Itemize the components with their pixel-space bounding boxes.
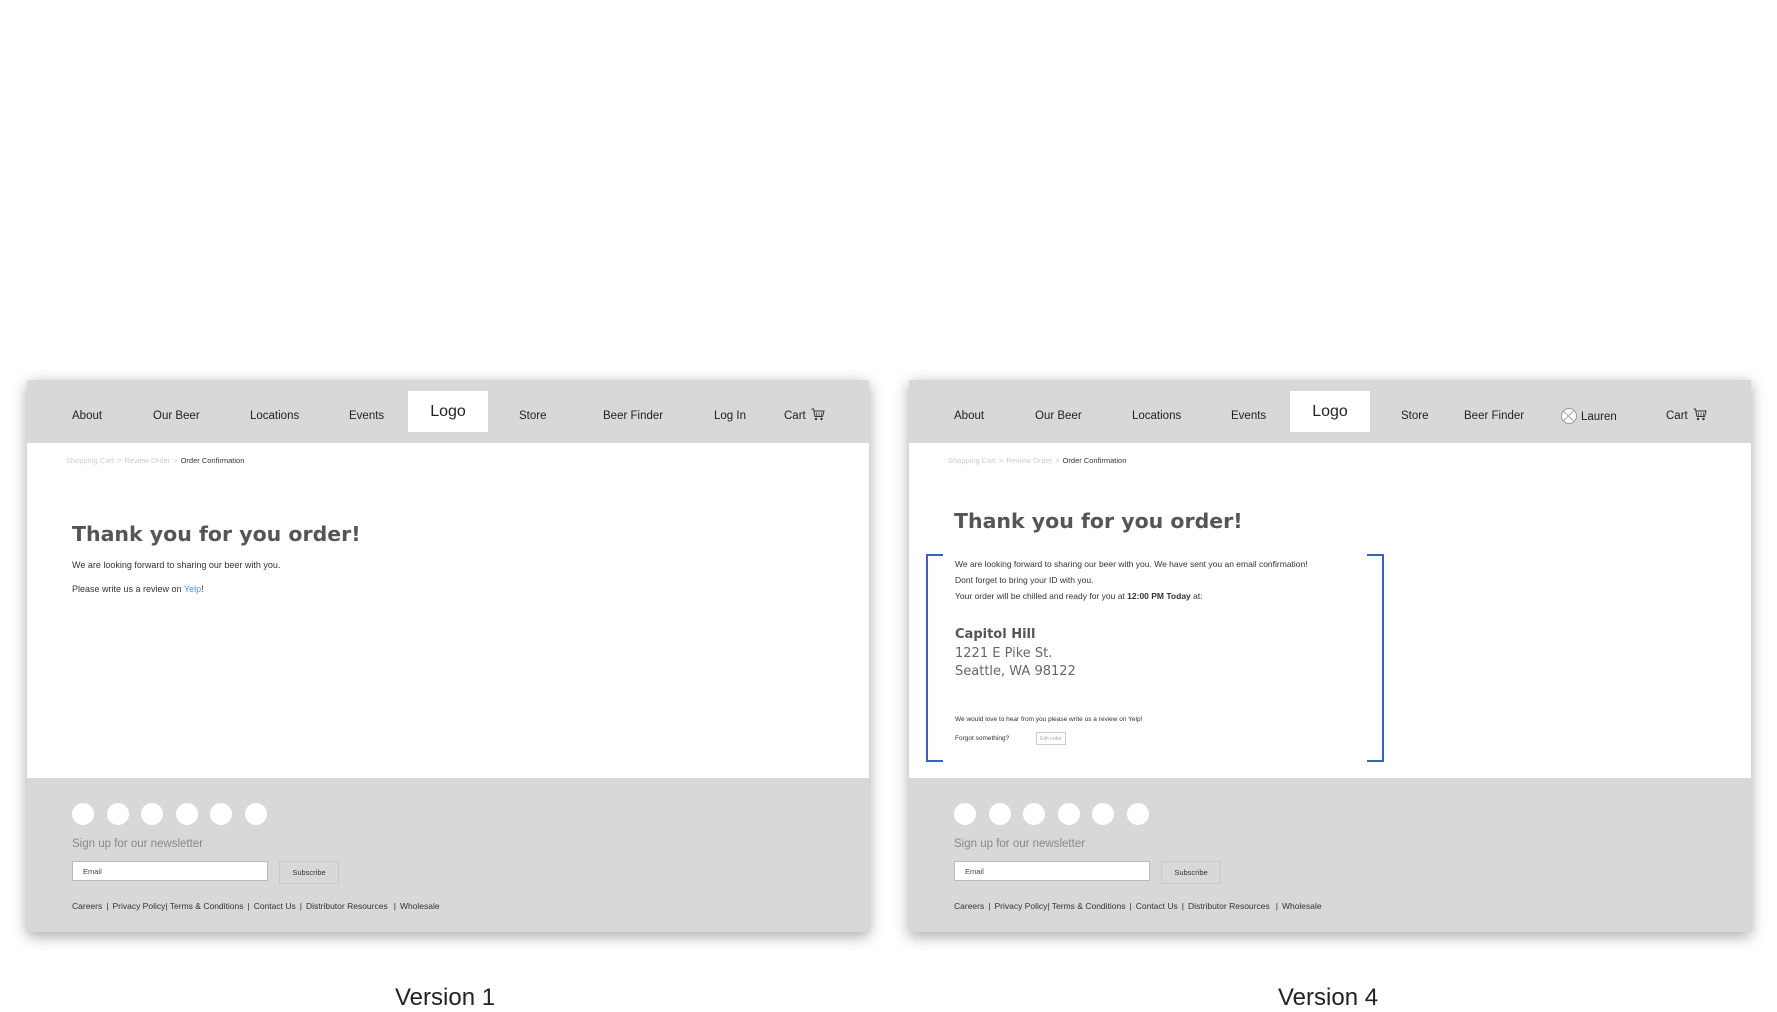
footer: Sign up for our newsletter Subscribe Car… [909, 778, 1751, 932]
social-icon[interactable] [1023, 803, 1045, 825]
location-name: Capitol Hill [955, 627, 1036, 642]
breadcrumb-shopping-cart[interactable]: Shopping Cart [66, 456, 114, 465]
social-icon[interactable] [1127, 803, 1149, 825]
footer-link-terms[interactable]: Terms & Conditions [170, 901, 244, 911]
social-icon[interactable] [107, 803, 129, 825]
newsletter-label: Sign up for our newsletter [72, 838, 204, 850]
footer-link-wholesale[interactable]: Wholesale [400, 901, 440, 911]
footer-link-terms[interactable]: Terms & Conditions [1052, 901, 1126, 911]
breadcrumb-shopping-cart[interactable]: Shopping Cart [948, 456, 996, 465]
social-icon[interactable] [176, 803, 198, 825]
nav-user-account[interactable]: Lauren [1561, 408, 1617, 424]
id-reminder: Dont forget to bring your ID with you. [955, 575, 1094, 585]
nav-store[interactable]: Store [519, 410, 547, 422]
nav-our-beer[interactable]: Our Beer [153, 410, 200, 422]
footer: Sign up for our newsletter Subscribe Car… [27, 778, 869, 932]
avatar-icon [1561, 408, 1577, 424]
nav-cart-label: Cart [1666, 410, 1688, 422]
pickup-time: 12:00 PM Today [1127, 591, 1191, 601]
logo[interactable]: Logo [1290, 391, 1370, 432]
social-icon[interactable] [989, 803, 1011, 825]
confirmation-message: We are looking forward to sharing our be… [955, 559, 1308, 569]
footer-links: Careers | Privacy Policy| Terms & Conditio… [72, 901, 440, 911]
nav-our-beer[interactable]: Our Beer [1035, 410, 1082, 422]
subscribe-button[interactable]: Subscribe [279, 861, 339, 884]
email-field[interactable] [72, 861, 268, 881]
address-street: 1221 E Pike St. [955, 646, 1053, 661]
footer-link-distributor-resources[interactable]: Distributor Resources [306, 901, 388, 911]
breadcrumb-order-confirmation: Order Confirmation [180, 456, 245, 465]
social-icon[interactable] [72, 803, 94, 825]
nav-store[interactable]: Store [1401, 410, 1429, 422]
social-icon[interactable] [210, 803, 232, 825]
cart-icon [811, 408, 825, 421]
footer-link-privacy-policy[interactable]: Privacy Policy [112, 901, 165, 911]
nav-cart-label: Cart [784, 410, 806, 422]
footer-link-contact-us[interactable]: Contact Us [1136, 901, 1178, 911]
nav-log-in[interactable]: Log In [714, 410, 746, 422]
social-icon[interactable] [245, 803, 267, 825]
footer-link-careers[interactable]: Careers [954, 901, 984, 911]
nav-events[interactable]: Events [1231, 410, 1266, 422]
footer-link-distributor-resources[interactable]: Distributor Resources [1188, 901, 1270, 911]
social-icon[interactable] [954, 803, 976, 825]
yelp-link[interactable]: Yelp [184, 584, 201, 594]
forgot-something-label: Forgot something? [955, 735, 1010, 742]
nav-cart[interactable]: Cart [784, 408, 825, 422]
breadcrumb-review-order[interactable]: Review Order [124, 456, 170, 465]
breadcrumb: Shopping Cart > Review Order > Order Confirm… [948, 456, 1126, 465]
social-icon[interactable] [141, 803, 163, 825]
review-prompt: Please write us a review on Yelp! [72, 584, 204, 594]
page-title: Thank you for you order! [954, 509, 1243, 533]
cart-icon [1693, 408, 1707, 421]
review-prompt-text: Please write us a review on [72, 584, 184, 594]
nav-beer-finder[interactable]: Beer Finder [1464, 410, 1524, 422]
edit-order-button[interactable]: Edit order [1036, 732, 1066, 745]
breadcrumb-separator: > [998, 456, 1004, 465]
wireframe-version-4: About Our Beer Locations Events Logo Sto… [909, 380, 1751, 932]
nav-about[interactable]: About [954, 410, 984, 422]
breadcrumb-order-confirmation: Order Confirmation [1062, 456, 1127, 465]
subscribe-button[interactable]: Subscribe [1161, 861, 1221, 884]
thank-you-message: We are looking forward to sharing our be… [72, 560, 281, 570]
highlight-bracket-right [1367, 554, 1384, 762]
email-field[interactable] [954, 861, 1150, 881]
nav-about[interactable]: About [72, 410, 102, 422]
nav-cart[interactable]: Cart [1666, 408, 1707, 422]
breadcrumb: Shopping Cart > Review Order > Order Confirm… [66, 456, 244, 465]
nav-locations[interactable]: Locations [1132, 410, 1181, 422]
caption-version-4: Version 4 [1278, 984, 1379, 1011]
address-city: Seattle, WA 98122 [955, 664, 1076, 679]
breadcrumb-separator: > [116, 456, 122, 465]
nav-locations[interactable]: Locations [250, 410, 299, 422]
logo[interactable]: Logo [408, 391, 488, 432]
footer-link-careers[interactable]: Careers [72, 901, 102, 911]
nav-beer-finder[interactable]: Beer Finder [603, 410, 663, 422]
caption-version-1: Version 1 [395, 984, 496, 1011]
social-icon[interactable] [1058, 803, 1080, 825]
footer-link-contact-us[interactable]: Contact Us [254, 901, 296, 911]
nav-events[interactable]: Events [349, 410, 384, 422]
user-name: Lauren [1581, 411, 1617, 424]
highlight-bracket-left [926, 554, 943, 762]
breadcrumb-separator: > [173, 456, 178, 465]
footer-link-wholesale[interactable]: Wholesale [1282, 901, 1322, 911]
footer-links: Careers | Privacy Policy| Terms & Conditio… [954, 901, 1322, 911]
pickup-time-message: Your order will be chilled and ready for… [955, 591, 1203, 601]
top-nav: About Our Beer Locations Events Logo Sto… [909, 380, 1751, 443]
pickup-time-prefix: Your order will be chilled and ready for… [955, 591, 1128, 601]
page-title: Thank you for you order! [72, 522, 361, 546]
footer-link-privacy-policy[interactable]: Privacy Policy [994, 901, 1047, 911]
top-nav: About Our Beer Locations Events Logo Sto… [27, 380, 869, 443]
review-prompt: We would love to hear from you please wr… [955, 716, 1143, 723]
wireframe-version-1: About Our Beer Locations Events Logo Sto… [27, 380, 869, 932]
social-icon[interactable] [1092, 803, 1114, 825]
breadcrumb-review-order[interactable]: Review Order [1006, 456, 1052, 465]
breadcrumb-separator: > [1055, 456, 1060, 465]
pickup-time-suffix: at: [1190, 591, 1203, 601]
review-prompt-suffix: ! [201, 584, 204, 594]
newsletter-label: Sign up for our newsletter [954, 838, 1086, 850]
